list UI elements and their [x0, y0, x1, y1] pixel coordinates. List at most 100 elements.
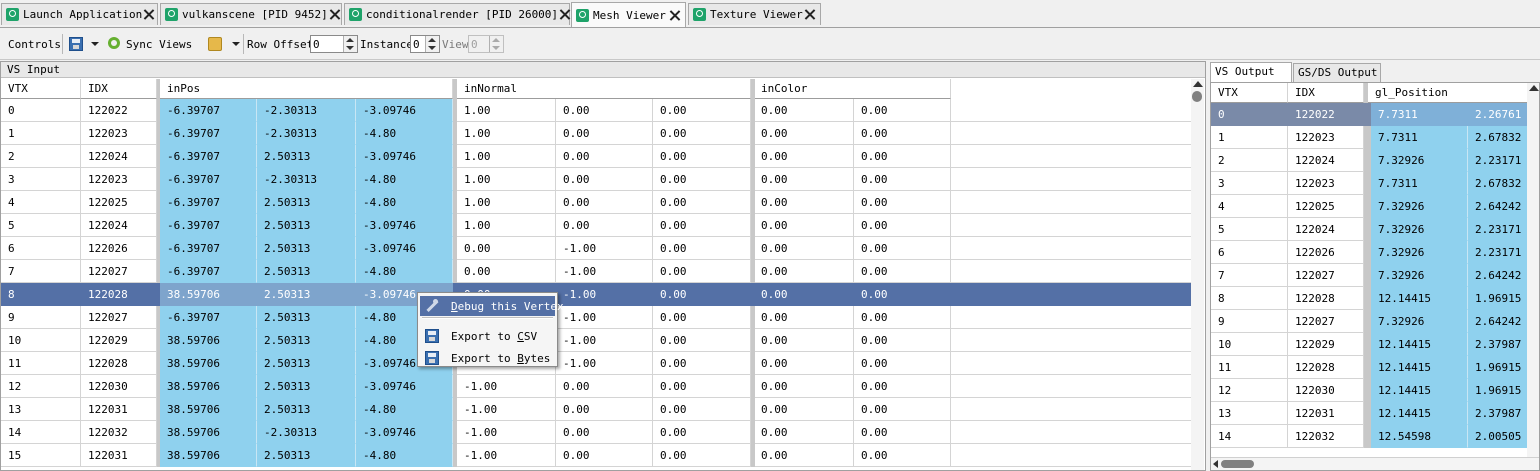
column-header-inpos[interactable]: inPos	[160, 79, 453, 99]
innormal-y-cell[interactable]: -1.00	[556, 237, 653, 260]
inpos-x-cell[interactable]: -6.39707	[160, 168, 257, 191]
scrollbar-thumb[interactable]	[1192, 91, 1202, 102]
inpos-x-cell[interactable]: 38.59706	[160, 421, 257, 444]
innormal-z-cell[interactable]: 0.00	[653, 329, 751, 352]
inpos-y-cell[interactable]: 2.50313	[257, 237, 356, 260]
inpos-z-cell[interactable]: -4.80	[356, 398, 453, 421]
table-row[interactable]: 4 122025 -6.39707 2.50313 -4.80 1.00 0.00 0.00 0…	[1, 191, 1191, 214]
vs-input-table[interactable]: VTX IDX inPos inNormal inColor 0 122022 -6.3970…	[1, 79, 1191, 470]
innormal-y-cell[interactable]: -1.00	[556, 260, 653, 283]
gl-position-x-cell[interactable]: 12.14415	[1371, 379, 1468, 402]
column-header-idx[interactable]: IDX	[1288, 83, 1364, 103]
inpos-x-cell[interactable]: -6.39707	[160, 214, 257, 237]
vtx-cell[interactable]: 10	[1211, 333, 1288, 356]
inpos-x-cell[interactable]: -6.39707	[160, 191, 257, 214]
scroll-up-icon[interactable]	[1193, 81, 1203, 87]
table-row[interactable]: 14 122032 38.59706 -2.30313 -3.09746 -1.00 0.0…	[1, 421, 1191, 444]
inpos-y-cell[interactable]: 2.50313	[257, 375, 356, 398]
inpos-z-cell[interactable]: -3.09746	[356, 421, 453, 444]
vtx-cell[interactable]: 7	[1, 260, 81, 283]
gl-position-y-cell[interactable]: 2.64242	[1468, 310, 1527, 333]
gl-position-y-cell[interactable]: 2.37987	[1468, 402, 1527, 425]
innormal-x-cell[interactable]: -1.00	[457, 375, 556, 398]
spin-up-icon[interactable]	[492, 38, 500, 42]
idx-cell[interactable]: 122023	[1288, 172, 1364, 195]
idx-cell[interactable]: 122030	[1288, 379, 1364, 402]
vtx-cell[interactable]: 2	[1211, 149, 1288, 172]
menu-debug-this-vertex[interactable]: Debug this Vertex	[420, 296, 564, 316]
table-row[interactable]: 1012202938.597062.50313-4.800.00-1.000.0…	[1, 329, 1191, 352]
gl-position-y-cell[interactable]: 2.26761	[1468, 103, 1527, 126]
inpos-y-cell[interactable]: 2.50313	[257, 352, 356, 375]
inpos-y-cell[interactable]: 2.50313	[257, 191, 356, 214]
inpos-y-cell[interactable]: 2.50313	[257, 283, 356, 306]
innormal-x-cell[interactable]: 1.00	[457, 191, 556, 214]
chevron-down-icon[interactable]	[91, 42, 99, 46]
idx-cell[interactable]: 122027	[1288, 310, 1364, 333]
incolor-r-cell[interactable]: 0.00	[754, 99, 854, 122]
inpos-z-cell[interactable]: -3.09746	[356, 214, 453, 237]
innormal-z-cell[interactable]: 0.00	[653, 375, 751, 398]
inpos-z-cell[interactable]: -4.80	[356, 260, 453, 283]
vs-output-scrollbar[interactable]	[1527, 83, 1539, 458]
inpos-y-cell[interactable]: -2.30313	[257, 168, 356, 191]
inpos-y-cell[interactable]: 2.50313	[257, 306, 356, 329]
incolor-r-cell[interactable]: 0.00	[754, 444, 854, 467]
gl-position-y-cell[interactable]: 2.23171	[1468, 218, 1527, 241]
inpos-y-cell[interactable]: -2.30313	[257, 99, 356, 122]
tab-gs-ds-output[interactable]: GS/DS Output	[1293, 63, 1381, 83]
innormal-x-cell[interactable]: 1.00	[457, 214, 556, 237]
column-header-vtx[interactable]: VTX	[1211, 83, 1288, 103]
gl-position-y-cell[interactable]: 1.96915	[1468, 379, 1527, 402]
table-row[interactable]: 8 122028 12.14415 1.96915	[1211, 287, 1527, 310]
spin-up-icon[interactable]	[346, 38, 354, 42]
incolor-g-cell[interactable]: 0.00	[854, 145, 951, 168]
innormal-z-cell[interactable]: 0.00	[653, 237, 751, 260]
view-input[interactable]	[469, 36, 491, 52]
inpos-x-cell[interactable]: 38.59706	[160, 283, 257, 306]
idx-cell[interactable]: 122027	[1288, 264, 1364, 287]
vtx-cell[interactable]: 10	[1, 329, 81, 352]
table-row[interactable]: 2 122024 -6.39707 2.50313 -3.09746 1.00 0.00 0.…	[1, 145, 1191, 168]
gl-position-x-cell[interactable]: 7.7311	[1371, 172, 1468, 195]
innormal-z-cell[interactable]: 0.00	[653, 145, 751, 168]
incolor-g-cell[interactable]: 0.00	[854, 398, 951, 421]
incolor-g-cell[interactable]: 0.00	[854, 283, 951, 306]
innormal-y-cell[interactable]: 0.00	[556, 122, 653, 145]
vtx-cell[interactable]: 0	[1, 99, 81, 122]
close-icon[interactable]	[558, 8, 571, 21]
idx-cell[interactable]: 122032	[1288, 425, 1364, 448]
idx-cell[interactable]: 122024	[1288, 149, 1364, 172]
spin-arrows[interactable]	[343, 36, 357, 52]
row-offset-spinbox[interactable]	[310, 35, 358, 53]
scroll-up-icon[interactable]	[1529, 85, 1539, 91]
inpos-y-cell[interactable]: 2.50313	[257, 145, 356, 168]
innormal-y-cell[interactable]: 0.00	[556, 214, 653, 237]
spin-arrows[interactable]	[425, 36, 439, 52]
scroll-left-icon[interactable]	[1213, 460, 1218, 468]
vtx-cell[interactable]: 8	[1211, 287, 1288, 310]
gl-position-y-cell[interactable]: 2.23171	[1468, 241, 1527, 264]
column-header-innormal[interactable]: inNormal	[457, 79, 751, 99]
table-row[interactable]: 12 122030 12.14415 1.96915	[1211, 379, 1527, 402]
gl-position-y-cell[interactable]: 2.64242	[1468, 195, 1527, 218]
inpos-x-cell[interactable]: 38.59706	[160, 352, 257, 375]
spin-up-icon[interactable]	[428, 38, 436, 42]
inpos-z-cell[interactable]: -3.09746	[356, 145, 453, 168]
idx-cell[interactable]: 122023	[81, 122, 157, 145]
gl-position-x-cell[interactable]: 7.32926	[1371, 310, 1468, 333]
scrollbar-thumb[interactable]	[1221, 460, 1254, 468]
idx-cell[interactable]: 122025	[81, 191, 157, 214]
incolor-g-cell[interactable]: 0.00	[854, 444, 951, 467]
idx-cell[interactable]: 122027	[81, 260, 157, 283]
inpos-y-cell[interactable]: 2.50313	[257, 214, 356, 237]
incolor-r-cell[interactable]: 0.00	[754, 306, 854, 329]
gl-position-x-cell[interactable]: 7.7311	[1371, 103, 1468, 126]
innormal-y-cell[interactable]: 0.00	[556, 168, 653, 191]
inpos-z-cell[interactable]: -4.80	[356, 168, 453, 191]
spin-down-icon[interactable]	[346, 46, 354, 50]
table-row[interactable]: 6 122026 7.32926 2.23171	[1211, 241, 1527, 264]
innormal-z-cell[interactable]: 0.00	[653, 191, 751, 214]
innormal-x-cell[interactable]: 0.00	[457, 260, 556, 283]
innormal-z-cell[interactable]: 0.00	[653, 398, 751, 421]
